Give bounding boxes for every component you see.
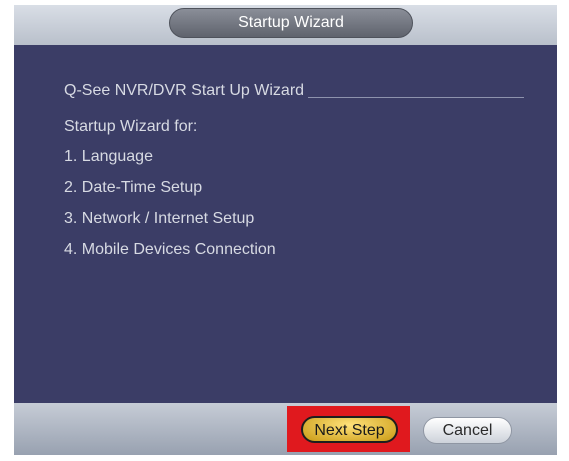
wizard-step-mobile: 4. Mobile Devices Connection (64, 241, 276, 258)
next-step-button[interactable]: Next Step (301, 416, 398, 443)
dialog-footer: Next Step Cancel (14, 403, 557, 455)
next-step-highlight: Next Step (287, 406, 410, 452)
wizard-steps-list: 1. Language 2. Date-Time Setup 3. Networ… (64, 148, 276, 272)
title-bar: Startup Wizard (14, 5, 557, 45)
heading-row: Q-See NVR/DVR Start Up Wizard (64, 82, 524, 106)
wizard-step-date-time: 2. Date-Time Setup (64, 179, 203, 196)
dialog-title: Startup Wizard (169, 8, 413, 38)
wizard-content: Q-See NVR/DVR Start Up Wizard Startup Wi… (14, 45, 557, 403)
wizard-step-network: 3. Network / Internet Setup (64, 210, 255, 227)
startup-wizard-dialog: Startup Wizard Q-See NVR/DVR Start Up Wi… (14, 5, 557, 455)
wizard-step-language: 1. Language (64, 148, 153, 165)
cancel-button[interactable]: Cancel (423, 417, 512, 444)
wizard-intro: Startup Wizard for: (64, 118, 198, 135)
wizard-heading: Q-See NVR/DVR Start Up Wizard (64, 82, 309, 100)
